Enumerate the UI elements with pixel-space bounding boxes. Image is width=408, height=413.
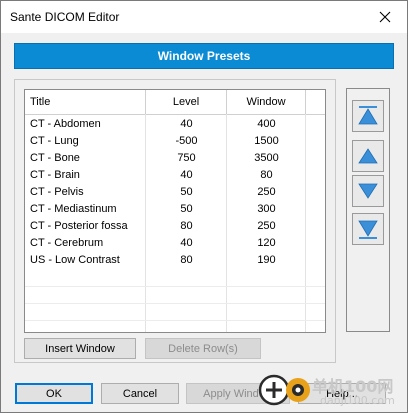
- table-row[interactable]: CT - Pelvis 50 250: [25, 184, 325, 201]
- presets-table[interactable]: Title Level Window CT - Abdomen 40 400 C…: [24, 89, 326, 333]
- cell-window: 250: [257, 220, 276, 232]
- cell-window: 190: [257, 254, 276, 266]
- presets-group: Title Level Window CT - Abdomen 40 400 C…: [14, 79, 336, 363]
- cell-level: 750: [177, 152, 196, 164]
- cell-level: 40: [180, 237, 193, 249]
- order-controls-panel: [346, 88, 390, 332]
- cell-window: 80: [260, 169, 273, 181]
- cell-level: 50: [180, 186, 193, 198]
- move-up-icon: [358, 148, 378, 164]
- move-down-icon: [358, 183, 378, 199]
- table-row[interactable]: US - Low Contrast 80 190: [25, 252, 325, 269]
- cell-title: CT - Brain: [30, 169, 80, 181]
- move-down-button[interactable]: [352, 175, 384, 207]
- move-to-bottom-icon: [358, 220, 378, 239]
- cell-title: CT - Lung: [30, 135, 79, 147]
- cell-window: 120: [257, 237, 276, 249]
- table-header: Title Level Window: [25, 90, 325, 115]
- cell-level: 80: [180, 254, 193, 266]
- table-row[interactable]: CT - Bone 750 3500: [25, 150, 325, 167]
- table-row[interactable]: CT - Lung -500 1500: [25, 133, 325, 150]
- move-to-top-button[interactable]: [352, 100, 384, 132]
- table-row[interactable]: CT - Brain 40 80: [25, 167, 325, 184]
- cell-title: CT - Mediastinum: [30, 203, 117, 215]
- close-button[interactable]: [363, 1, 407, 33]
- cell-window: 250: [257, 186, 276, 198]
- table-row[interactable]: CT - Abdomen 40 400: [25, 116, 325, 133]
- grid-line: [25, 320, 325, 321]
- cell-title: CT - Bone: [30, 152, 80, 164]
- watermark: 单机100网 danji100.com: [258, 370, 408, 413]
- cell-title: US - Low Contrast: [30, 254, 120, 266]
- table-row[interactable]: CT - Cerebrum 40 120: [25, 235, 325, 252]
- grid-line: [25, 286, 325, 287]
- column-header-title[interactable]: Title: [25, 90, 146, 114]
- move-to-top-icon: [358, 106, 378, 125]
- cell-level: -500: [175, 135, 198, 147]
- sante-dicom-editor-window: Sante DICOM Editor Window Presets Title …: [0, 0, 408, 413]
- window-title: Sante DICOM Editor: [10, 10, 120, 24]
- cancel-button[interactable]: Cancel: [101, 383, 179, 404]
- cell-level: 50: [180, 203, 193, 215]
- cell-level: 80: [180, 220, 193, 232]
- insert-window-button[interactable]: Insert Window: [24, 338, 136, 359]
- cell-title: CT - Posterior fossa: [30, 220, 128, 232]
- cell-title: CT - Abdomen: [30, 118, 101, 130]
- ok-button[interactable]: OK: [15, 383, 93, 404]
- cell-window: 400: [257, 118, 276, 130]
- watermark-logo-icon: [258, 374, 310, 406]
- cell-title: CT - Cerebrum: [30, 237, 104, 249]
- cell-title: CT - Pelvis: [30, 186, 84, 198]
- window-presets-header: Window Presets: [14, 43, 394, 69]
- close-icon: [379, 11, 391, 23]
- table-row[interactable]: CT - Posterior fossa 80 250: [25, 218, 325, 235]
- cell-window: 3500: [254, 152, 279, 164]
- grid-line: [25, 303, 325, 304]
- title-bar: Sante DICOM Editor: [1, 1, 407, 33]
- column-header-window[interactable]: Window: [227, 90, 306, 114]
- move-up-button[interactable]: [352, 140, 384, 172]
- cell-window: 1500: [254, 135, 279, 147]
- table-row[interactable]: CT - Mediastinum 50 300: [25, 201, 325, 218]
- watermark-url: danji100.com: [320, 394, 395, 407]
- cell-level: 40: [180, 118, 193, 130]
- column-header-level[interactable]: Level: [146, 90, 227, 114]
- move-to-bottom-button[interactable]: [352, 213, 384, 245]
- cell-window: 300: [257, 203, 276, 215]
- delete-rows-button[interactable]: Delete Row(s): [145, 338, 261, 359]
- cell-level: 40: [180, 169, 193, 181]
